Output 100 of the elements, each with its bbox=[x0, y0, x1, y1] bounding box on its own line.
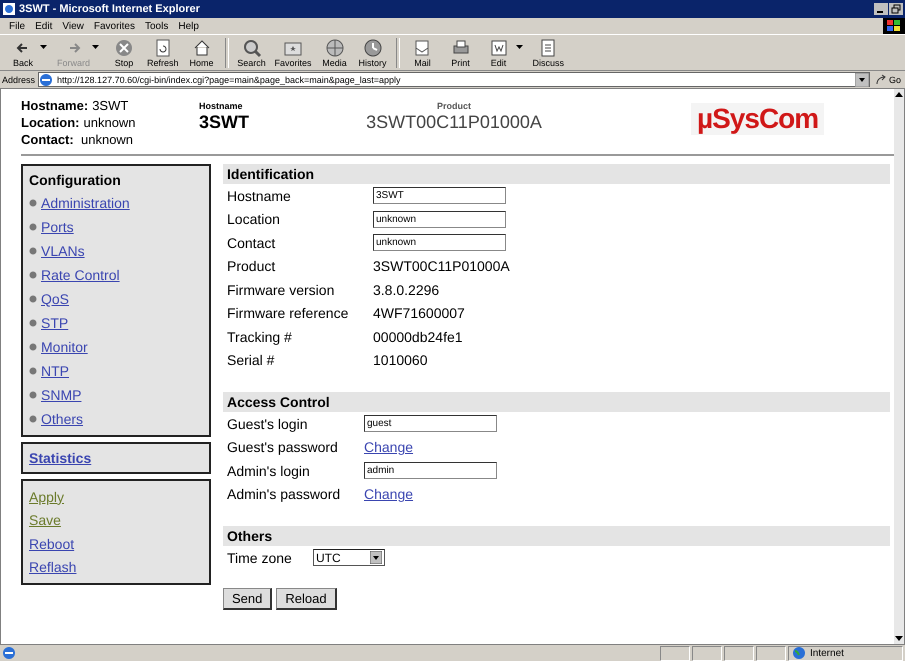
text-field[interactable]: admin bbox=[364, 462, 497, 480]
go-arrow-icon bbox=[874, 74, 887, 86]
document-icon bbox=[488, 38, 509, 58]
info-value: 3SWT bbox=[92, 98, 128, 113]
bullet-icon bbox=[29, 343, 37, 351]
change-link[interactable]: Change bbox=[364, 486, 414, 502]
dropdown-arrow-icon bbox=[40, 44, 47, 48]
info-value: unknown bbox=[81, 132, 134, 147]
restore-icon bbox=[889, 3, 903, 15]
field-label: Admin's login bbox=[227, 462, 311, 479]
bullet-icon bbox=[29, 271, 37, 279]
security-zone: Internet bbox=[788, 646, 903, 660]
field-label: Guest's password bbox=[227, 439, 339, 456]
nav-link[interactable]: STP bbox=[41, 315, 68, 331]
menu-item[interactable]: Help bbox=[173, 20, 204, 32]
nav-link[interactable]: Ports bbox=[41, 219, 74, 235]
action-link[interactable]: Reflash bbox=[29, 559, 76, 576]
toolbar-button[interactable]: Media bbox=[316, 38, 354, 68]
change-link[interactable]: Change bbox=[364, 439, 414, 456]
hostname-value: 3SWT bbox=[199, 112, 250, 133]
address-label: Address bbox=[2, 74, 36, 84]
panel-title: Configuration bbox=[29, 172, 122, 188]
field-label: Contact bbox=[227, 234, 276, 251]
menu-item[interactable]: Favorites bbox=[88, 20, 140, 32]
dropdown-arrow-icon bbox=[92, 44, 100, 48]
field-label: Firmware version bbox=[227, 282, 336, 298]
section-header: Others bbox=[223, 526, 890, 546]
nav-link[interactable]: QoS bbox=[41, 291, 70, 307]
field-label: Admin's password bbox=[227, 486, 342, 502]
nav-link[interactable]: Administration bbox=[41, 195, 130, 211]
bullet-icon bbox=[29, 367, 37, 375]
toolbar-button[interactable]: Mail bbox=[404, 38, 442, 68]
stop-icon bbox=[114, 38, 134, 58]
nav-link[interactable]: Others bbox=[41, 411, 84, 427]
hostname-label: Hostname bbox=[199, 101, 244, 111]
field-value: 3.8.0.2296 bbox=[373, 282, 440, 298]
bullet-icon bbox=[29, 199, 37, 207]
field-label: Serial # bbox=[227, 352, 276, 368]
dropdown[interactable]: UTC bbox=[313, 549, 385, 566]
company-logo: µSysCom bbox=[691, 103, 824, 135]
dropdown-arrow-icon bbox=[370, 551, 382, 564]
nav-link[interactable]: Monitor bbox=[41, 339, 88, 355]
form-button[interactable]: Reload bbox=[276, 588, 337, 610]
info-value: unknown bbox=[84, 115, 136, 130]
minimize-icon bbox=[874, 3, 888, 15]
field-value: 1010060 bbox=[373, 352, 428, 368]
section-header: Identification bbox=[223, 164, 890, 184]
go-button[interactable]: Go bbox=[872, 74, 903, 86]
toolbar-button[interactable]: Search bbox=[232, 38, 271, 68]
action-link[interactable]: Apply bbox=[29, 488, 64, 505]
menu-item[interactable]: View bbox=[57, 20, 89, 32]
toolbar-button[interactable]: Favorites bbox=[270, 38, 316, 68]
globe-icon bbox=[792, 646, 806, 660]
browser-icon bbox=[2, 2, 16, 16]
text-field[interactable]: unknown bbox=[373, 210, 506, 228]
toolbar-button[interactable]: Stop bbox=[105, 38, 144, 68]
info-label: Contact: bbox=[21, 131, 75, 148]
menu-item[interactable]: Edit bbox=[30, 20, 58, 32]
bullet-icon bbox=[29, 247, 37, 255]
action-link[interactable]: Save bbox=[29, 512, 61, 528]
magnifier-icon bbox=[242, 38, 262, 58]
scrollbar[interactable] bbox=[894, 89, 904, 644]
bullet-icon bbox=[29, 295, 37, 303]
nav-link[interactable]: VLANs bbox=[41, 243, 85, 259]
text-field[interactable]: 3SWT bbox=[373, 187, 506, 204]
menu-item[interactable]: File bbox=[4, 20, 30, 32]
field-label: Product bbox=[227, 258, 276, 274]
toolbar-button[interactable]: Edit bbox=[480, 38, 529, 68]
address-field[interactable]: http://128.127.70.60/cgi-bin/index.cgi?page=main&page_back=main&page_last=apply bbox=[38, 72, 870, 87]
window-title: 3SWT - Microsoft Internet Explorer bbox=[19, 3, 201, 15]
toolbar-button[interactable]: Home bbox=[182, 38, 221, 68]
toolbar-button[interactable]: History bbox=[354, 38, 392, 68]
field-value: 3SWT00C11P01000A bbox=[373, 258, 510, 274]
info-label: Hostname: bbox=[21, 97, 88, 114]
text-field[interactable]: unknown bbox=[373, 234, 506, 252]
nav-link[interactable]: NTP bbox=[41, 363, 69, 379]
field-label: Location bbox=[227, 211, 281, 228]
toolbar-button[interactable]: Refresh bbox=[143, 38, 183, 68]
statistics-link[interactable]: Statistics bbox=[21, 442, 211, 474]
toolbar-button[interactable]: Back bbox=[4, 38, 53, 68]
form-button[interactable]: Send bbox=[223, 588, 272, 610]
windows-logo-icon bbox=[886, 19, 902, 33]
bullet-icon bbox=[29, 223, 37, 231]
globe-icon bbox=[324, 38, 345, 58]
action-link[interactable]: Reboot bbox=[29, 536, 74, 552]
toolbar-button[interactable]: Print bbox=[442, 38, 480, 68]
info-label: Location: bbox=[21, 114, 80, 131]
toolbar-button[interactable]: Discuss bbox=[528, 38, 568, 68]
field-label: Tracking # bbox=[227, 328, 293, 345]
section-header: Access Control bbox=[223, 392, 890, 412]
nav-link[interactable]: Rate Control bbox=[41, 267, 120, 283]
menu-item[interactable]: Tools bbox=[140, 20, 174, 32]
field-label: Guest's login bbox=[227, 416, 308, 432]
dropdown-arrow-icon bbox=[516, 44, 523, 48]
nav-link[interactable]: SNMP bbox=[41, 387, 82, 403]
text-field[interactable]: guest bbox=[364, 415, 497, 432]
field-value: 4WF71600007 bbox=[373, 305, 465, 322]
bullet-icon bbox=[29, 391, 37, 399]
field-value: 00000db24fe1 bbox=[373, 328, 463, 345]
product-value: 3SWT00C11P01000A bbox=[365, 112, 543, 133]
